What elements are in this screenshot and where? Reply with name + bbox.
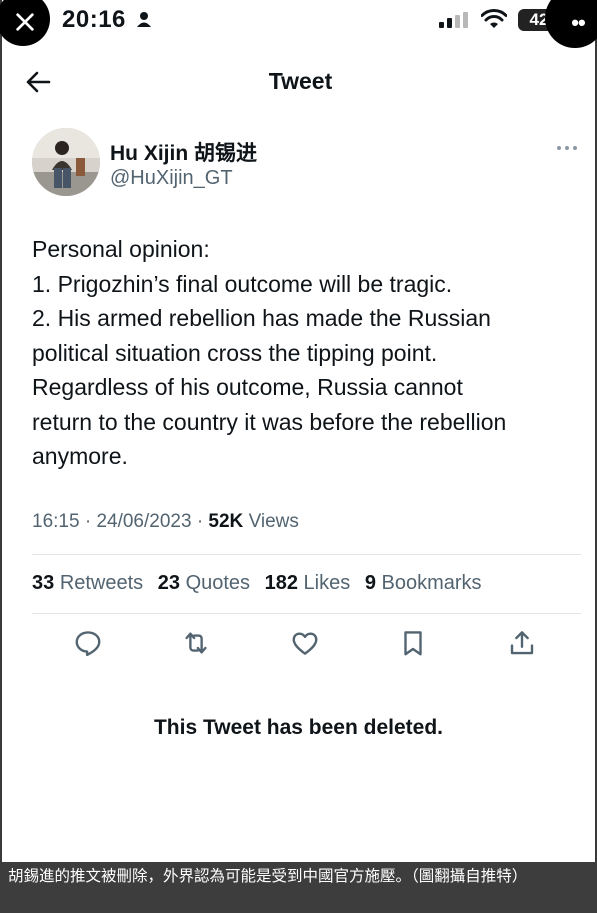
retweets-stat[interactable]: 33 Retweets [32,572,143,594]
close-button[interactable] [0,0,50,46]
bookmarks-count: 9 [364,572,376,594]
more-button[interactable]: •• [545,0,597,48]
tweet-line: 1. Prigozhin’s final outcome will be tra… [32,270,453,297]
retweets-count: 33 [32,572,55,594]
bookmarks-stat[interactable]: 9 Bookmarks [365,572,482,594]
tweet-stats: 33 Retweets 23 Quotes 182 Likes 9 Bookma… [32,572,491,595]
action-bar [32,628,581,662]
author-handle[interactable]: @HuXijin_GT [110,167,233,190]
like-icon[interactable] [290,628,320,658]
quotes-label: Quotes [185,572,251,594]
retweet-icon[interactable] [181,628,211,658]
tweet-text: Personal opinion: 1. Prigozhin’s final o… [32,232,577,474]
tweet-header: Tweet [2,58,597,106]
separator: · [84,511,92,532]
tweet-meta: 16:15 · 24/06/2023 · 52K Views [32,511,299,533]
bookmark-icon[interactable] [398,628,428,658]
tweet-line: 2. His armed rebellion has made the Russ… [32,305,491,331]
likes-stat[interactable]: 182 Likes [265,572,351,594]
quotes-count: 23 [157,572,180,594]
likes-count: 182 [264,572,298,594]
avatar[interactable] [32,128,100,196]
retweets-label: Retweets [59,572,144,594]
views-label[interactable]: Views [249,511,299,532]
tweet-line: Regardless of his outcome, Russia cannot [32,374,463,400]
tweet-line: anymore. [32,443,128,469]
status-time: 20:16 [62,6,126,33]
views-count[interactable]: 52K [208,511,243,532]
divider [32,613,581,614]
cellular-signal-icon [439,12,468,28]
tweet-date: 24/06/2023 [96,511,192,532]
status-bar: 20:16 42 •• [0,0,597,48]
tweet-line: return to the country it was before the … [32,408,507,435]
separator: · [196,511,204,532]
phone-screen: 20:16 42 •• Tweet Hu Xijin 胡锡进 @HuXijin_… [0,0,597,862]
page-title: Tweet [268,68,333,94]
image-caption: 胡錫進的推文被刪除，外界認為可能是受到中國官方施壓。（圖翻攝自推特） [0,862,597,913]
likes-label: Likes [303,572,351,594]
reply-icon[interactable] [73,628,103,658]
quotes-stat[interactable]: 23 Quotes [158,572,250,594]
divider [32,554,581,555]
wifi-icon [481,9,507,28]
author-name[interactable]: Hu Xijin 胡锡进 [110,137,257,167]
tweet-line: political situation cross the tipping po… [32,339,438,366]
person-icon [137,12,151,27]
bookmarks-label: Bookmarks [381,572,482,594]
deleted-notice: This Tweet has been deleted. [153,716,444,739]
share-icon[interactable] [507,628,537,658]
tweet-time: 16:15 [32,511,80,532]
more-options-icon[interactable] [556,144,578,152]
close-icon [16,13,34,31]
tweet-line: Personal opinion: [32,236,210,262]
